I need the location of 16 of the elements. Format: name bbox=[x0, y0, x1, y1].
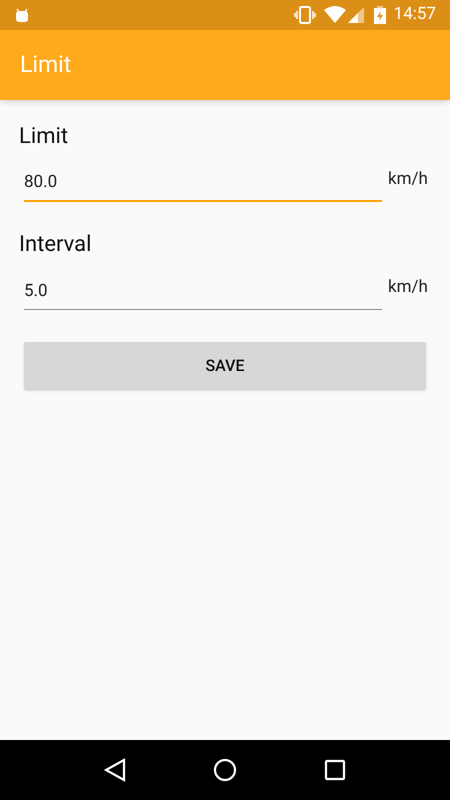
app-title: Limit bbox=[20, 50, 72, 80]
input-field[interactable]: 5.0 bbox=[24, 272, 382, 310]
recents-icon[interactable] bbox=[324, 759, 346, 781]
home-icon[interactable] bbox=[212, 758, 237, 782]
input-field[interactable]: 80.0 bbox=[24, 164, 382, 202]
unit-label: km/h bbox=[388, 168, 428, 190]
field-label: Interval bbox=[19, 231, 92, 259]
save-button[interactable]: SAVE bbox=[24, 342, 426, 390]
back-icon[interactable] bbox=[104, 758, 126, 782]
signal-icon bbox=[348, 7, 364, 23]
android-icon bbox=[14, 7, 30, 23]
vibrate-icon bbox=[294, 6, 316, 24]
field-label: Limit bbox=[19, 123, 70, 151]
battery-charging-icon bbox=[374, 6, 386, 24]
clock: 14:57 bbox=[394, 3, 436, 26]
unit-label: km/h bbox=[388, 276, 428, 298]
